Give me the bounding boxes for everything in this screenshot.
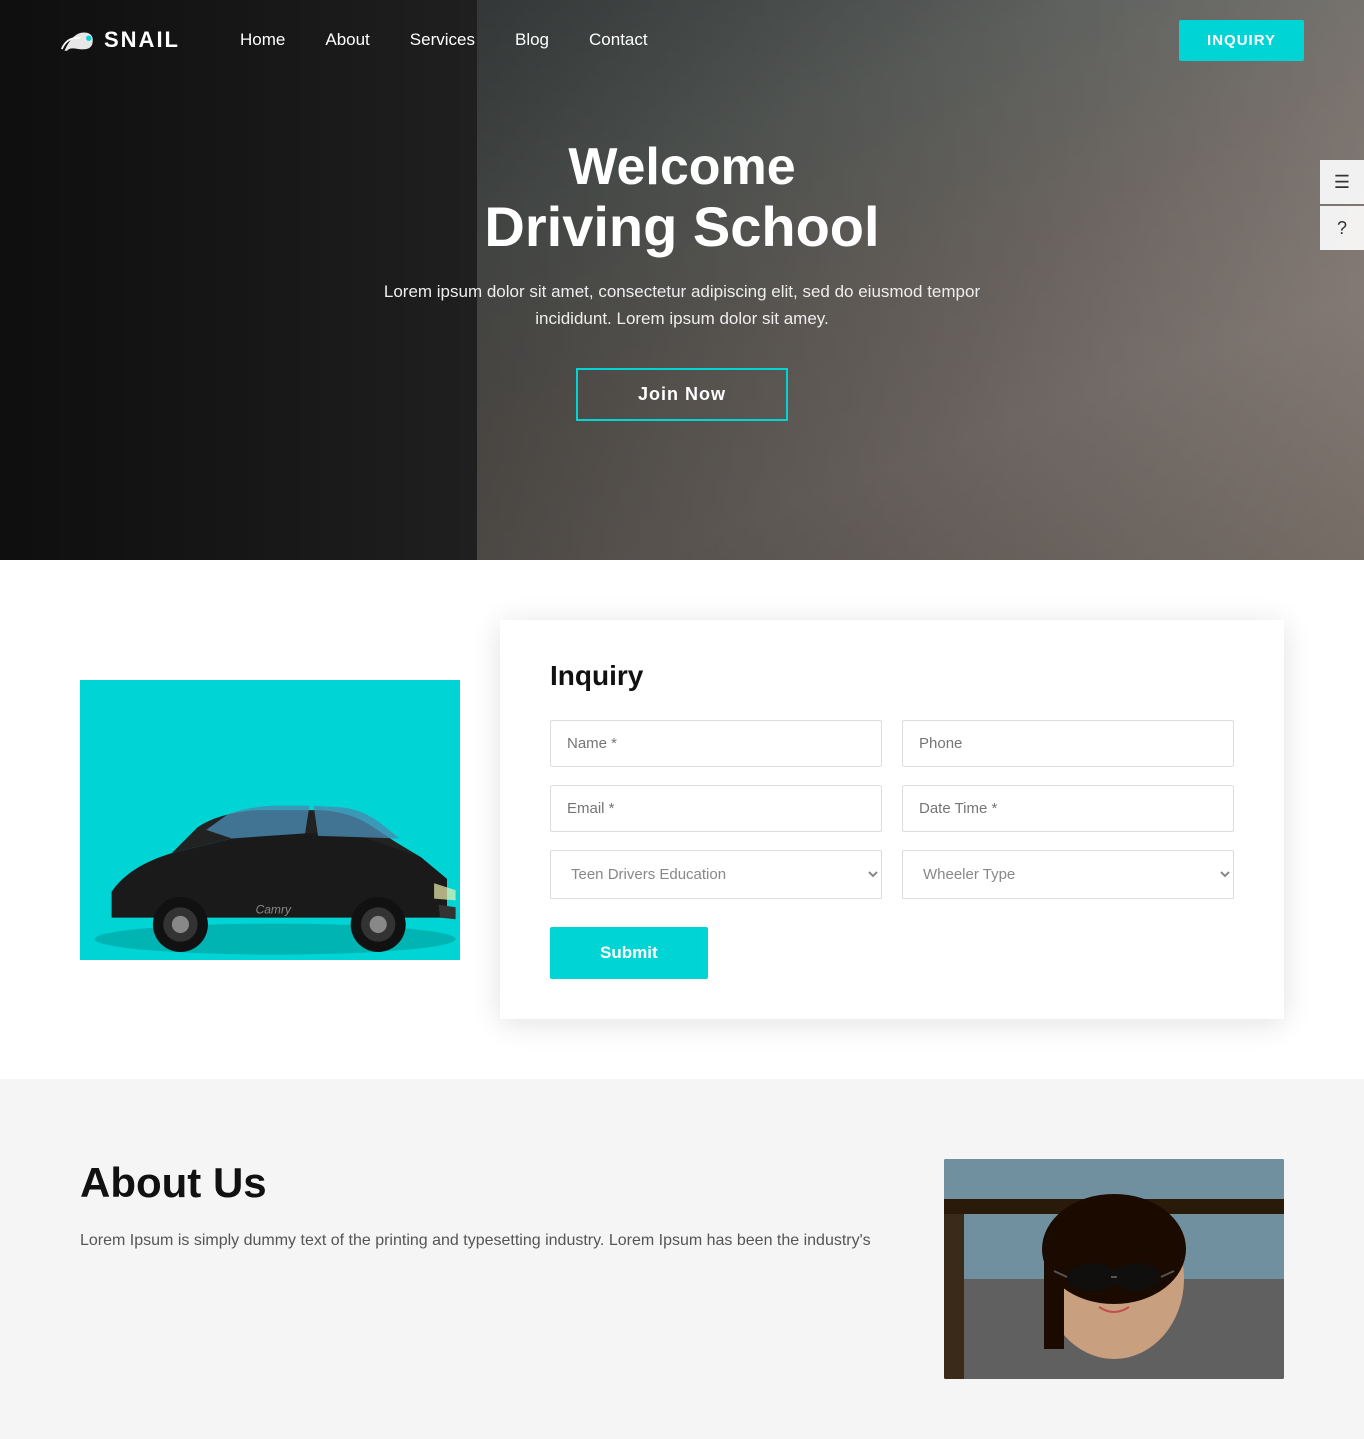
datetime-input[interactable] — [902, 785, 1234, 832]
logo-icon — [60, 25, 96, 55]
menu-lines-icon: ☰ — [1334, 172, 1350, 193]
inquiry-form-title: Inquiry — [550, 660, 1234, 692]
car-image-box: Camry — [80, 680, 460, 960]
email-input[interactable] — [550, 785, 882, 832]
about-photo-illustration — [944, 1159, 1284, 1379]
name-input[interactable] — [550, 720, 882, 767]
submit-button[interactable]: Submit — [550, 927, 708, 979]
svg-text:Camry: Camry — [256, 903, 292, 917]
hero-content: Welcome Driving School Lorem ipsum dolor… — [382, 139, 982, 421]
nav-services[interactable]: Services — [410, 30, 475, 49]
logo[interactable]: SNAIL — [60, 25, 180, 55]
menu-widget[interactable]: ☰ — [1320, 160, 1364, 204]
help-widget[interactable]: ? — [1320, 206, 1364, 250]
hero-title-welcome: Welcome — [382, 139, 982, 196]
form-row-name-phone — [550, 720, 1234, 767]
inquiry-nav-button[interactable]: INQUIRY — [1179, 20, 1304, 61]
car-illustration: Camry — [60, 780, 490, 969]
logo-text: SNAIL — [104, 27, 180, 53]
about-description: Lorem Ipsum is simply dummy text of the … — [80, 1227, 884, 1254]
hero-title-school: Driving School — [382, 196, 982, 258]
form-row-selects: Teen Drivers Education Adult Education D… — [550, 850, 1234, 899]
about-section: About Us Lorem Ipsum is simply dummy tex… — [0, 1079, 1364, 1439]
join-now-button[interactable]: Join Now — [576, 368, 788, 421]
course-select[interactable]: Teen Drivers Education Adult Education D… — [550, 850, 882, 899]
inquiry-form-box: Inquiry Teen Drivers Education Adult Edu… — [500, 620, 1284, 1019]
side-widgets: ☰ ? — [1320, 160, 1364, 250]
inquiry-section: Camry Inquiry Teen Drivers Education Adu… — [0, 560, 1364, 1079]
nav-contact[interactable]: Contact — [589, 30, 648, 49]
phone-input[interactable] — [902, 720, 1234, 767]
hero-description: Lorem ipsum dolor sit amet, consectetur … — [382, 278, 982, 332]
nav-blog[interactable]: Blog — [515, 30, 549, 49]
form-row-email-datetime — [550, 785, 1234, 832]
about-text-block: About Us Lorem Ipsum is simply dummy tex… — [80, 1159, 884, 1254]
about-image — [944, 1159, 1284, 1379]
about-title: About Us — [80, 1159, 884, 1207]
wheeler-select[interactable]: Wheeler Type 2 Wheeler 4 Wheeler — [902, 850, 1234, 899]
nav-about[interactable]: About — [325, 30, 369, 49]
help-circle-icon: ? — [1337, 218, 1347, 239]
nav-home[interactable]: Home — [240, 30, 285, 49]
hero-section: Welcome Driving School Lorem ipsum dolor… — [0, 0, 1364, 560]
